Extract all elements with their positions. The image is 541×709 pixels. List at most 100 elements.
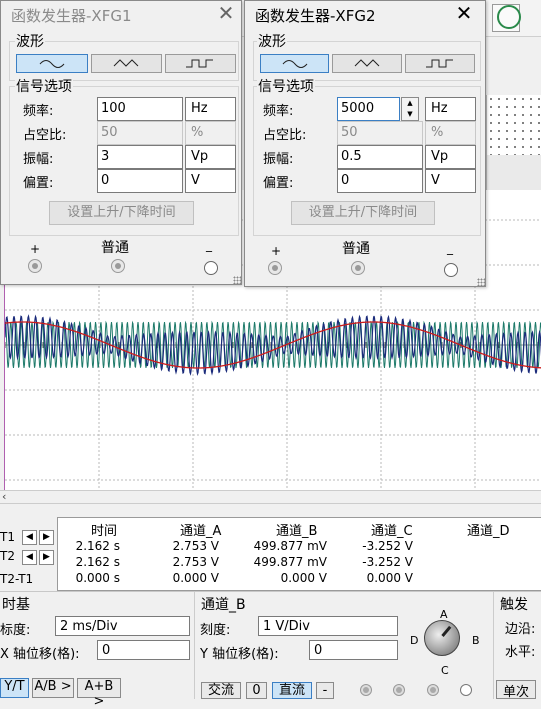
xfg1-signal-group-title: 信号选项 [15, 76, 73, 96]
xfg1-offset-unit[interactable]: V [185, 169, 236, 193]
row2-time: 2.162 s [75, 555, 120, 569]
xfg2-sine-wave-icon[interactable] [260, 54, 329, 73]
xfg1-minus-terminal[interactable] [204, 261, 218, 275]
timebase-scale-field[interactable]: 2 ms/Div [55, 616, 190, 636]
xfg1-title: 函数发生器-XFG1 [11, 7, 132, 25]
xfg2-common-label: 普通 [342, 241, 370, 257]
coupling-ac-button[interactable]: 交流 [201, 682, 241, 699]
xfg2-frequency-unit[interactable]: Hz [425, 97, 476, 121]
xfg1-duty-input: 50 [97, 121, 183, 145]
channel-selector-knob-icon[interactable] [424, 620, 460, 656]
xfg1-minus-label: _ [206, 238, 212, 252]
xfg2-minus-label: _ [447, 241, 453, 255]
xfg2-waveform-group-title: 波形 [257, 31, 287, 51]
xfg2-offset-label: 偏置: [263, 176, 294, 191]
xfg2-minus-terminal[interactable] [444, 263, 458, 277]
xfg2-rise-fall-button: 设置上升/下降时间 [291, 201, 435, 225]
scroll-left-icon[interactable]: ‹ [2, 490, 6, 503]
xfg2-signal-group-title: 信号选项 [257, 76, 315, 96]
y-position-label: Y 轴位移(格): [200, 647, 279, 662]
cursor-t1-label: T1 [0, 530, 15, 544]
trigger-divider [493, 592, 494, 699]
spin-down-icon[interactable]: ▼ [402, 109, 418, 120]
xfg2-offset-unit[interactable]: V [425, 169, 476, 193]
row2-b: 499.877 mV [253, 555, 327, 569]
coupling-minus-button[interactable]: - [316, 682, 334, 699]
row1-b: 499.877 mV [253, 539, 327, 553]
panel-divider [0, 591, 541, 592]
xfg1-common-label: 普通 [101, 240, 129, 256]
xfg1-offset-input[interactable]: 0 [97, 169, 183, 193]
selector-b-label: B [472, 634, 480, 647]
mode-a-plus-b-button[interactable]: A+B > [77, 678, 121, 709]
selector-radio-1[interactable] [360, 684, 372, 696]
coupling-dc-button[interactable]: 直流 [272, 682, 312, 699]
xfg2-duty-unit: % [425, 121, 476, 145]
xfg2-frequency-spinner[interactable]: ▲ ▼ [401, 97, 419, 121]
function-generator-xfg2-window: 函数发生器-XFG2 ✕ 波形 信号选项 频率: 5000 ▲ ▼ Hz 占空比… [244, 0, 486, 287]
t1-right-arrow-icon[interactable]: ▶ [39, 530, 54, 545]
xfg2-plus-terminal[interactable] [268, 261, 282, 275]
xfg1-plus-terminal[interactable] [28, 259, 42, 273]
mode-yt-button[interactable]: Y/T [0, 678, 29, 698]
instrument-icon[interactable] [497, 5, 521, 29]
xfg2-frequency-label: 频率: [263, 104, 294, 119]
xfg1-frequency-input[interactable]: 100 [97, 97, 183, 121]
xfg1-sine-wave-icon[interactable] [16, 54, 88, 73]
t1-left-arrow-icon[interactable]: ◀ [22, 530, 37, 545]
x-position-field[interactable]: 0 [97, 640, 190, 660]
xfg1-amplitude-unit[interactable]: Vp [185, 145, 236, 169]
spin-up-icon[interactable]: ▲ [402, 98, 418, 109]
col-channel-b: 通道_B [276, 524, 318, 539]
xfg1-waveform-group-title: 波形 [15, 31, 45, 51]
xfg2-frequency-input[interactable]: 5000 [337, 97, 400, 121]
workspace-grid [486, 95, 541, 155]
selector-radio-4[interactable] [460, 684, 472, 696]
xfg2-amplitude-input[interactable]: 0.5 [337, 145, 423, 169]
t2-left-arrow-icon[interactable]: ◀ [22, 550, 37, 565]
xfg1-duty-unit: % [185, 121, 236, 145]
col-channel-c: 通道_C [371, 524, 413, 539]
xfg2-square-wave-icon[interactable] [405, 54, 475, 73]
xfg1-offset-label: 偏置: [23, 176, 54, 191]
xfg2-close-icon[interactable]: ✕ [452, 2, 476, 26]
channel-b-scale-field[interactable]: 1 V/Div [258, 616, 398, 636]
horizontal-scrollbar[interactable]: ‹ [0, 490, 541, 504]
row2-c: -3.252 V [362, 555, 413, 569]
selector-radio-3[interactable] [427, 684, 439, 696]
x-position-label: X 轴位移(格): [0, 647, 80, 662]
xfg2-title: 函数发生器-XFG2 [255, 7, 376, 25]
xfg1-resize-grip-icon[interactable] [233, 276, 241, 284]
function-generator-xfg1-window: 函数发生器-XFG1 ✕ 波形 信号选项 频率: 100 Hz 占空比: 50 … [0, 0, 242, 285]
xfg2-offset-input[interactable]: 0 [337, 169, 423, 193]
y-position-field[interactable]: 0 [309, 640, 398, 660]
section-divider [194, 592, 195, 699]
t2-right-arrow-icon[interactable]: ▶ [39, 550, 54, 565]
xfg1-triangle-wave-icon[interactable] [91, 54, 162, 73]
row1-a: 2.753 V [172, 539, 219, 553]
mode-ab-button[interactable]: A/B > [32, 678, 74, 698]
xfg2-amplitude-unit[interactable]: Vp [425, 145, 476, 169]
row2-a: 2.753 V [172, 555, 219, 569]
xfg1-frequency-label: 频率: [23, 104, 54, 119]
xfg1-square-wave-icon[interactable] [165, 54, 236, 73]
xfg2-triangle-wave-icon[interactable] [332, 54, 402, 73]
row1-time: 2.162 s [75, 539, 120, 553]
xfg1-common-terminal[interactable] [111, 259, 125, 273]
xfg2-duty-input: 50 [337, 121, 423, 145]
trigger-single-button[interactable]: 单次 [496, 680, 536, 700]
row3-time: 0.000 s [75, 571, 120, 585]
selector-c-label: C [441, 664, 449, 677]
xfg1-frequency-unit[interactable]: Hz [185, 97, 236, 121]
row3-b: 0.000 V [280, 571, 327, 585]
xfg1-close-icon[interactable]: ✕ [214, 2, 238, 26]
coupling-zero-button[interactable]: 0 [246, 682, 267, 699]
xfg2-common-terminal[interactable] [351, 261, 365, 275]
channel-b-title: 通道_B [201, 597, 246, 613]
xfg1-amplitude-label: 振幅: [23, 152, 54, 167]
xfg1-amplitude-input[interactable]: 3 [97, 145, 183, 169]
selector-radio-2[interactable] [393, 684, 405, 696]
col-time: 时间 [91, 524, 118, 539]
xfg2-duty-label: 占空比: [263, 128, 307, 143]
xfg2-resize-grip-icon[interactable] [477, 278, 485, 286]
